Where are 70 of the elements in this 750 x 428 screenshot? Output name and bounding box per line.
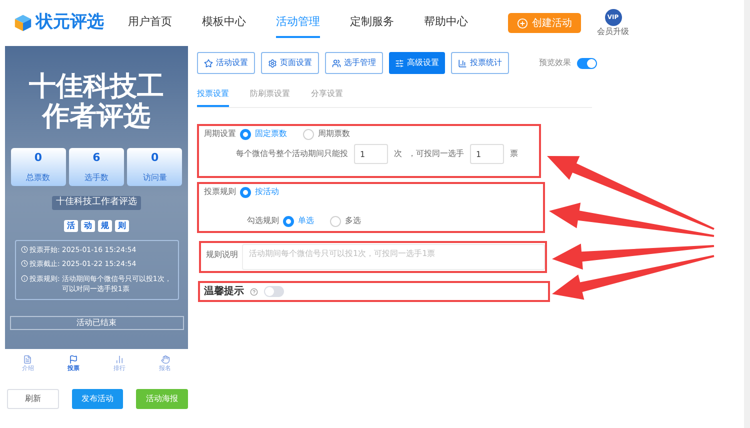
radio-button[interactable] (240, 128, 251, 140)
field-label: 投票规则 (204, 186, 236, 198)
radio-button[interactable] (240, 186, 251, 198)
bar-chart-icon (458, 58, 467, 68)
banner-title: 作者评选 (42, 102, 150, 132)
radio-label: 多选 (345, 215, 361, 227)
votes-input-field[interactable]: 1 (470, 144, 504, 164)
settings-tab[interactable]: 投票统计 (451, 52, 509, 74)
settings-tab[interactable]: 活动设置 (197, 52, 255, 74)
radio-label: 周期票数 (318, 128, 350, 140)
star-icon (204, 58, 213, 68)
field-label: 勾选规则 (247, 215, 279, 227)
logo-text: 状元评选 (36, 11, 104, 34)
nav-link[interactable]: 帮助中心 (424, 8, 468, 38)
settings-tab[interactable]: 页面设置 (261, 52, 319, 74)
clock-icon (20, 260, 28, 267)
radio-button[interactable] (283, 216, 294, 226)
rule-text: 每个微信号整个活动期间只能投 (236, 148, 348, 160)
settings-subtab[interactable]: 防刷票设置 (250, 83, 290, 107)
document-icon (23, 355, 32, 364)
sliders-icon (395, 58, 404, 68)
settings-subtab[interactable]: 投票设置 (197, 83, 229, 107)
rules-heading-tile: 活 (64, 220, 78, 232)
stat-label: 访问量 (142, 172, 167, 184)
rules-heading-tile: 动 (81, 220, 95, 232)
unit-text: 次 (394, 148, 402, 160)
radio-button[interactable] (303, 128, 314, 140)
stat-value: 0 (34, 150, 42, 166)
stat-value: 0 (150, 150, 159, 166)
cube-logo-icon (14, 14, 32, 32)
plus-icon (517, 18, 528, 28)
radio-label: 按活动 (255, 186, 279, 198)
action-button[interactable]: 刷新 (7, 389, 59, 409)
tip-toggle[interactable] (264, 286, 284, 297)
clock-icon (20, 246, 28, 252)
radio-button[interactable] (330, 216, 341, 226)
stat-value: 6 (92, 150, 100, 166)
settings-tab[interactable]: 高级设置 (389, 52, 445, 74)
field-label: 温馨提示 (204, 284, 244, 299)
preview-toggle-label: 预览效果 (539, 57, 571, 69)
rules-heading-tile: 则 (115, 220, 129, 232)
bar-chart-icon (114, 355, 124, 364)
info-icon (20, 274, 28, 282)
field-label: 规则说明 (206, 249, 238, 261)
status-text: 活动已结束 (76, 316, 116, 328)
preview-toggle[interactable] (577, 58, 597, 68)
times-input-field[interactable]: 1 (354, 144, 388, 164)
nav-link[interactable]: 活动管理 (276, 8, 320, 38)
nav-link[interactable]: 模板中心 (202, 8, 246, 38)
radio-label: 固定票数 (255, 128, 287, 140)
settings-subtab[interactable]: 分享设置 (311, 83, 343, 107)
vip-label: 会员升级 (597, 26, 629, 38)
radio-label: 单选 (298, 215, 314, 227)
settings-tab[interactable]: 选手管理 (325, 52, 383, 74)
hand-icon (160, 355, 170, 364)
rule-text: ，可投同一选手 (408, 148, 464, 160)
nav-link[interactable]: 用户首页 (128, 8, 172, 38)
field-label: 周期设置 (204, 128, 236, 140)
unit-text: 票 (510, 148, 518, 160)
stat-label: 选手数 (84, 172, 108, 184)
rules-heading-tile: 规 (98, 220, 112, 232)
flag-icon (69, 355, 78, 364)
gear-icon (268, 58, 277, 68)
nav-link[interactable]: 定制服务 (350, 8, 394, 38)
stat-label: 总票数 (26, 172, 50, 184)
users-icon (332, 58, 341, 68)
banner-title: 十佳科技工 (29, 72, 164, 102)
help-icon (250, 288, 258, 296)
activity-name: 十佳科技工作者评选 (52, 196, 141, 210)
action-button[interactable]: 发布活动 (72, 389, 124, 409)
